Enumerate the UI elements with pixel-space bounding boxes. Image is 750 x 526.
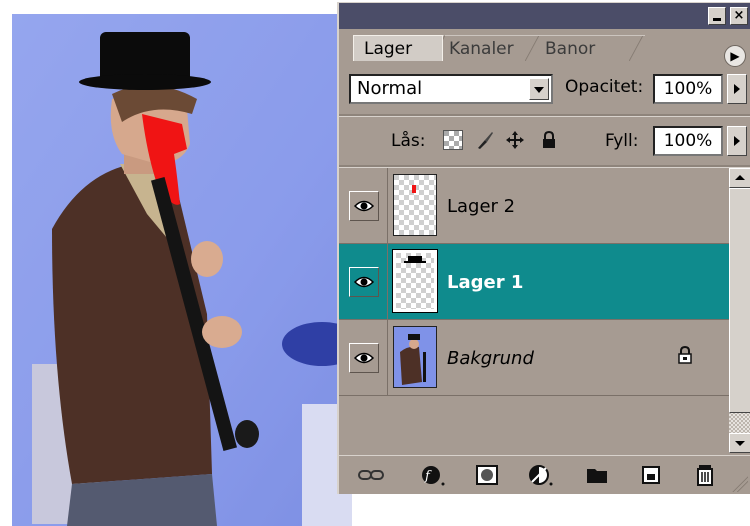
new-group-icon[interactable] <box>583 462 611 488</box>
opacity-input[interactable]: 100% <box>653 74 723 104</box>
layers-list: Lager 2 Lager 1 Bakgrund <box>339 168 729 453</box>
scroll-down-button[interactable] <box>729 433 750 453</box>
layers-scrollbar[interactable] <box>729 168 750 453</box>
trash-icon[interactable] <box>691 462 719 488</box>
layer-row[interactable]: Lager 2 <box>339 168 729 244</box>
layer-name: Lager 1 <box>447 272 524 293</box>
lock-transparency-icon[interactable] <box>443 130 463 150</box>
adjustment-layer-icon[interactable] <box>527 462 555 488</box>
opacity-label: Opacitet: <box>565 77 644 97</box>
divider <box>339 114 750 117</box>
fill-input[interactable]: 100% <box>653 126 723 156</box>
divider <box>387 244 388 319</box>
blend-mode-select[interactable]: Normal <box>349 74 553 104</box>
tab-channels[interactable]: Kanaler <box>439 35 539 61</box>
document-canvas[interactable] <box>12 14 352 526</box>
layer-row-selected[interactable]: Lager 1 <box>339 244 729 320</box>
layer-thumbnail <box>393 174 437 236</box>
layers-palette: × Banor Kanaler Lager ▶ Normal Opacitet:… <box>337 2 750 494</box>
eye-icon <box>354 352 374 364</box>
scroll-up-button[interactable] <box>729 168 750 188</box>
tab-paths[interactable]: Banor <box>535 35 645 61</box>
layer-name: Bakgrund <box>447 348 534 369</box>
opacity-slider-button[interactable] <box>727 74 747 104</box>
link-layers-icon[interactable] <box>357 462 385 488</box>
chevron-down-icon[interactable] <box>529 78 549 100</box>
blend-mode-value: Normal <box>357 78 423 99</box>
lock-position-icon[interactable] <box>505 130 525 150</box>
layer-style-icon[interactable]: f <box>419 462 447 488</box>
eye-icon <box>354 200 374 212</box>
new-layer-icon[interactable] <box>637 462 665 488</box>
layer-name: Lager 2 <box>447 196 516 217</box>
layer-row[interactable]: Bakgrund <box>339 320 729 396</box>
lock-icon <box>677 345 693 364</box>
resize-grip[interactable] <box>732 476 748 492</box>
layer-mask-icon[interactable] <box>473 462 501 488</box>
lock-all-icon[interactable] <box>539 130 559 150</box>
layer-thumbnail <box>392 249 438 313</box>
fill-label: Fyll: <box>605 131 639 151</box>
tab-layers[interactable]: Lager <box>353 35 443 61</box>
visibility-toggle[interactable] <box>349 343 379 373</box>
lock-pixels-icon[interactable] <box>475 130 495 150</box>
eye-icon <box>354 276 374 288</box>
minimize-button[interactable] <box>708 7 726 25</box>
layer-thumbnail <box>393 326 437 388</box>
divider <box>387 168 388 243</box>
scroll-thumb[interactable] <box>729 188 750 413</box>
palette-title-bar[interactable]: × <box>339 3 750 29</box>
visibility-toggle[interactable] <box>349 191 379 221</box>
palette-bottom-toolbar: f <box>339 455 750 494</box>
visibility-toggle[interactable] <box>349 267 379 297</box>
close-button[interactable]: × <box>730 7 748 25</box>
lock-label: Lås: <box>391 131 426 151</box>
tab-bar: Banor Kanaler Lager ▶ <box>339 29 750 67</box>
palette-menu-icon[interactable]: ▶ <box>724 45 746 67</box>
divider <box>387 320 388 395</box>
fill-slider-button[interactable] <box>727 126 747 156</box>
